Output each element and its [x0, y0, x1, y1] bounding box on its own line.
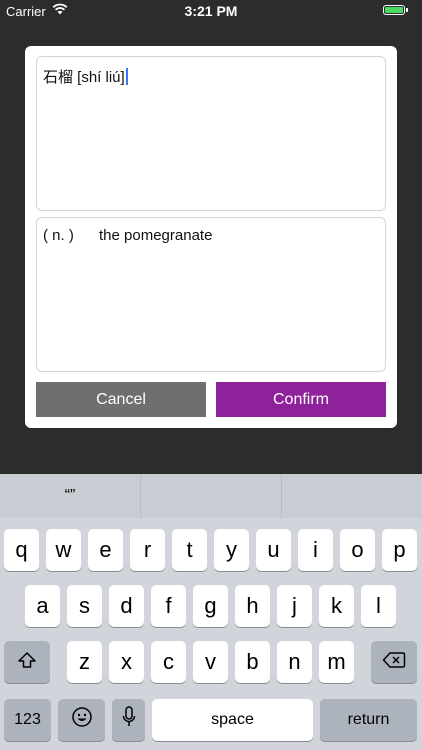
- key-l[interactable]: l: [361, 585, 396, 627]
- key-d[interactable]: d: [109, 585, 144, 627]
- definition-text-field[interactable]: ( n. ) the pomegranate: [36, 217, 386, 372]
- suggestion-2[interactable]: [141, 474, 282, 518]
- key-p[interactable]: p: [382, 529, 417, 571]
- confirm-button[interactable]: Confirm: [216, 382, 386, 417]
- numbers-key[interactable]: 123: [4, 699, 51, 741]
- suggestion-3[interactable]: [282, 474, 422, 518]
- key-k[interactable]: k: [319, 585, 354, 627]
- keyboard: “” q w e r t y u i o p a s d f g h j k l…: [0, 474, 422, 750]
- battery-icon: [383, 5, 408, 15]
- key-j[interactable]: j: [277, 585, 312, 627]
- shift-key[interactable]: [4, 641, 50, 683]
- emoji-key[interactable]: [58, 699, 105, 741]
- definition-meaning: the pomegranate: [99, 227, 213, 244]
- word-text-field[interactable]: 石榴 [shí liú]: [36, 56, 386, 211]
- key-b[interactable]: b: [235, 641, 270, 683]
- key-c[interactable]: c: [151, 641, 186, 683]
- space-key[interactable]: space: [152, 699, 313, 741]
- key-w[interactable]: w: [46, 529, 81, 571]
- word-text: 石榴 [shí liú]: [43, 69, 125, 86]
- key-y[interactable]: y: [214, 529, 249, 571]
- cancel-button[interactable]: Cancel: [36, 382, 206, 417]
- key-g[interactable]: g: [193, 585, 228, 627]
- key-i[interactable]: i: [298, 529, 333, 571]
- text-cursor: [125, 68, 128, 85]
- key-x[interactable]: x: [109, 641, 144, 683]
- status-bar: Carrier 3:21 PM: [0, 0, 422, 22]
- key-t[interactable]: t: [172, 529, 207, 571]
- key-a[interactable]: a: [25, 585, 60, 627]
- key-v[interactable]: v: [193, 641, 228, 683]
- delete-key[interactable]: [371, 641, 417, 683]
- key-m[interactable]: m: [319, 641, 354, 683]
- key-z[interactable]: z: [67, 641, 102, 683]
- return-key[interactable]: return: [320, 699, 417, 741]
- microphone-icon: [122, 706, 136, 734]
- backspace-icon: [382, 649, 406, 675]
- key-f[interactable]: f: [151, 585, 186, 627]
- suggestion-1[interactable]: “”: [0, 474, 141, 518]
- key-n[interactable]: n: [277, 641, 312, 683]
- key-u[interactable]: u: [256, 529, 291, 571]
- status-time: 3:21 PM: [184, 3, 238, 19]
- part-of-speech: ( n. ): [43, 227, 74, 244]
- key-o[interactable]: o: [340, 529, 375, 571]
- key-r[interactable]: r: [130, 529, 165, 571]
- key-h[interactable]: h: [235, 585, 270, 627]
- key-q[interactable]: q: [4, 529, 39, 571]
- emoji-icon: [71, 706, 93, 734]
- dictation-key[interactable]: [112, 699, 145, 741]
- suggestion-bar: “”: [0, 474, 422, 518]
- key-s[interactable]: s: [67, 585, 102, 627]
- key-e[interactable]: e: [88, 529, 123, 571]
- edit-word-dialog: 石榴 [shí liú] ( n. ) the pomegranate Canc…: [25, 46, 397, 428]
- shift-icon: [17, 649, 37, 675]
